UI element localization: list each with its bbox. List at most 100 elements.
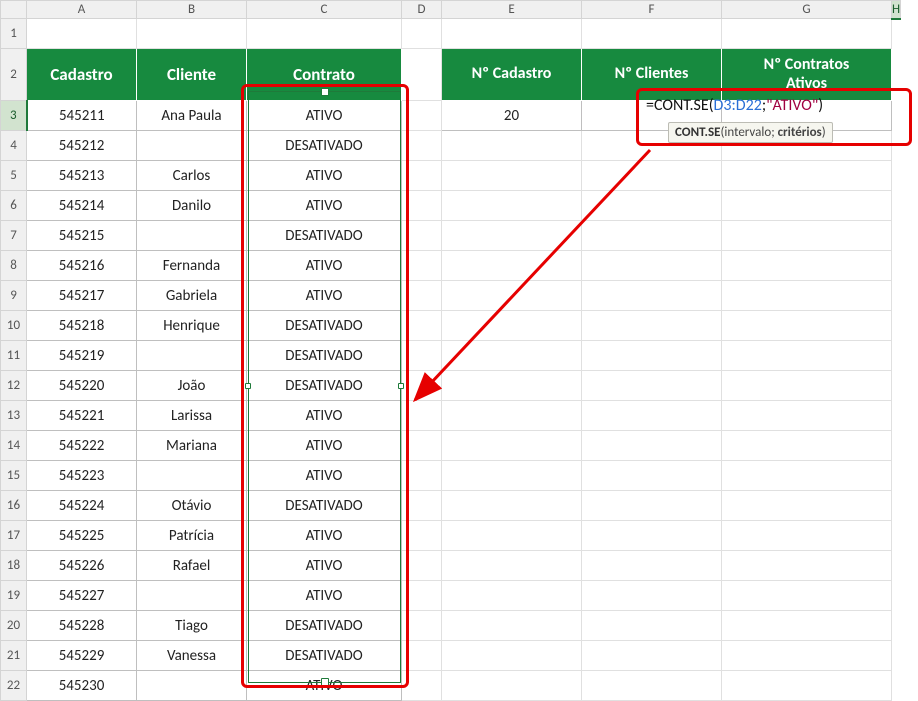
- cell-B14[interactable]: 545222: [27, 431, 137, 461]
- cell-D9[interactable]: ATIVO: [247, 281, 402, 311]
- cell-C12[interactable]: João: [137, 371, 247, 401]
- row-header-15[interactable]: 15: [1, 461, 27, 491]
- cell-D6[interactable]: ATIVO: [247, 191, 402, 221]
- row-header-4[interactable]: 4: [1, 131, 27, 161]
- row-header-7[interactable]: 7: [1, 221, 27, 251]
- cell-D21[interactable]: DESATIVADO: [247, 641, 402, 671]
- cell-D4[interactable]: DESATIVADO: [247, 131, 402, 161]
- cell-D11[interactable]: DESATIVADO: [247, 341, 402, 371]
- col-header-D[interactable]: D: [402, 1, 442, 19]
- col-header-G[interactable]: G: [722, 1, 892, 19]
- cell-C9[interactable]: Gabriela: [137, 281, 247, 311]
- cell-C18[interactable]: Rafael: [137, 551, 247, 581]
- cell-C5[interactable]: Carlos: [137, 161, 247, 191]
- cell-C16[interactable]: Otávio: [137, 491, 247, 521]
- cell-C15[interactable]: [137, 461, 247, 491]
- cell-B10[interactable]: 545218: [27, 311, 137, 341]
- cell-C13[interactable]: Larissa: [137, 401, 247, 431]
- row-header-13[interactable]: 13: [1, 401, 27, 431]
- row-header-18[interactable]: 18: [1, 551, 27, 581]
- col-header-H[interactable]: H: [892, 1, 901, 19]
- cell-C7[interactable]: [137, 221, 247, 251]
- cell-C11[interactable]: [137, 341, 247, 371]
- col-header-B[interactable]: B: [137, 1, 247, 19]
- cell-B20[interactable]: 545228: [27, 611, 137, 641]
- cell-B16[interactable]: 545224: [27, 491, 137, 521]
- cell-C4[interactable]: [137, 131, 247, 161]
- cell-C10[interactable]: Henrique: [137, 311, 247, 341]
- col-header-F[interactable]: F: [582, 1, 722, 19]
- row-header-9[interactable]: 9: [1, 281, 27, 311]
- formula-prefix: =CONT.SE(: [646, 96, 714, 115]
- cell-B3[interactable]: 545211: [27, 101, 137, 131]
- cell-D19[interactable]: ATIVO: [247, 581, 402, 611]
- col-header-A[interactable]: A: [27, 1, 137, 19]
- cell-B15[interactable]: 545223: [27, 461, 137, 491]
- cell-C22[interactable]: [137, 671, 247, 701]
- header-nclientes[interactable]: Nº Clientes: [582, 49, 722, 101]
- row-header-3[interactable]: 3: [1, 101, 27, 131]
- row-header-21[interactable]: 21: [1, 641, 27, 671]
- cell-B13[interactable]: 545221: [27, 401, 137, 431]
- cell-D20[interactable]: DESATIVADO: [247, 611, 402, 641]
- row-header-12[interactable]: 12: [1, 371, 27, 401]
- cell-B21[interactable]: 545229: [27, 641, 137, 671]
- row-header-16[interactable]: 16: [1, 491, 27, 521]
- cell-B5[interactable]: 545213: [27, 161, 137, 191]
- row-header-6[interactable]: 6: [1, 191, 27, 221]
- header-contrato[interactable]: Contrato: [247, 49, 402, 101]
- col-header-E[interactable]: E: [442, 1, 582, 19]
- row-header-22[interactable]: 22: [1, 671, 27, 701]
- header-cadastro[interactable]: Cadastro: [27, 49, 137, 101]
- header-ncontratos[interactable]: Nº Contratos Ativos: [722, 49, 892, 101]
- header-ncadastro[interactable]: Nº Cadastro: [442, 49, 582, 101]
- row-header-8[interactable]: 8: [1, 251, 27, 281]
- cell-B22[interactable]: 545230: [27, 671, 137, 701]
- cell-D17[interactable]: ATIVO: [247, 521, 402, 551]
- cell-B9[interactable]: 545217: [27, 281, 137, 311]
- cell-C20[interactable]: Tiago: [137, 611, 247, 641]
- cell-B12[interactable]: 545220: [27, 371, 137, 401]
- cell-D15[interactable]: ATIVO: [247, 461, 402, 491]
- row-header-19[interactable]: 19: [1, 581, 27, 611]
- header-cliente[interactable]: Cliente: [137, 49, 247, 101]
- cell-D7[interactable]: DESATIVADO: [247, 221, 402, 251]
- column-header-row[interactable]: A B C D E F G H: [1, 1, 901, 19]
- cell-D16[interactable]: DESATIVADO: [247, 491, 402, 521]
- row-header-11[interactable]: 11: [1, 341, 27, 371]
- cell-D18[interactable]: ATIVO: [247, 551, 402, 581]
- cell-B19[interactable]: 545227: [27, 581, 137, 611]
- cell-B4[interactable]: 545212: [27, 131, 137, 161]
- row-header-10[interactable]: 10: [1, 311, 27, 341]
- cell-B7[interactable]: 545215: [27, 221, 137, 251]
- cell-B6[interactable]: 545214: [27, 191, 137, 221]
- cell-D14[interactable]: ATIVO: [247, 431, 402, 461]
- cell-C6[interactable]: Danilo: [137, 191, 247, 221]
- row-header-2[interactable]: 2: [1, 49, 27, 101]
- cell-B11[interactable]: 545219: [27, 341, 137, 371]
- cell-C19[interactable]: [137, 581, 247, 611]
- cell-D22[interactable]: ATIVO: [247, 671, 402, 701]
- row-header-17[interactable]: 17: [1, 521, 27, 551]
- cell-C8[interactable]: Fernanda: [137, 251, 247, 281]
- select-all-corner[interactable]: [1, 1, 27, 19]
- row-header-20[interactable]: 20: [1, 611, 27, 641]
- cell-C21[interactable]: Vanessa: [137, 641, 247, 671]
- cell-D10[interactable]: DESATIVADO: [247, 311, 402, 341]
- row-header-1[interactable]: 1: [1, 19, 27, 49]
- cell-C14[interactable]: Mariana: [137, 431, 247, 461]
- row-header-14[interactable]: 14: [1, 431, 27, 461]
- cell-B18[interactable]: 545226: [27, 551, 137, 581]
- cell-D13[interactable]: ATIVO: [247, 401, 402, 431]
- cell-C17[interactable]: Patrícia: [137, 521, 247, 551]
- row-header-5[interactable]: 5: [1, 161, 27, 191]
- cell-C3[interactable]: Ana Paula: [137, 101, 247, 131]
- cell-B17[interactable]: 545225: [27, 521, 137, 551]
- cell-D12[interactable]: DESATIVADO: [247, 371, 402, 401]
- cell-D8[interactable]: ATIVO: [247, 251, 402, 281]
- cell-D5[interactable]: ATIVO: [247, 161, 402, 191]
- cell-B8[interactable]: 545216: [27, 251, 137, 281]
- cell-D3[interactable]: ATIVO: [247, 101, 402, 131]
- cell-F3-ncadastro[interactable]: 20: [442, 101, 582, 131]
- col-header-C[interactable]: C: [247, 1, 402, 19]
